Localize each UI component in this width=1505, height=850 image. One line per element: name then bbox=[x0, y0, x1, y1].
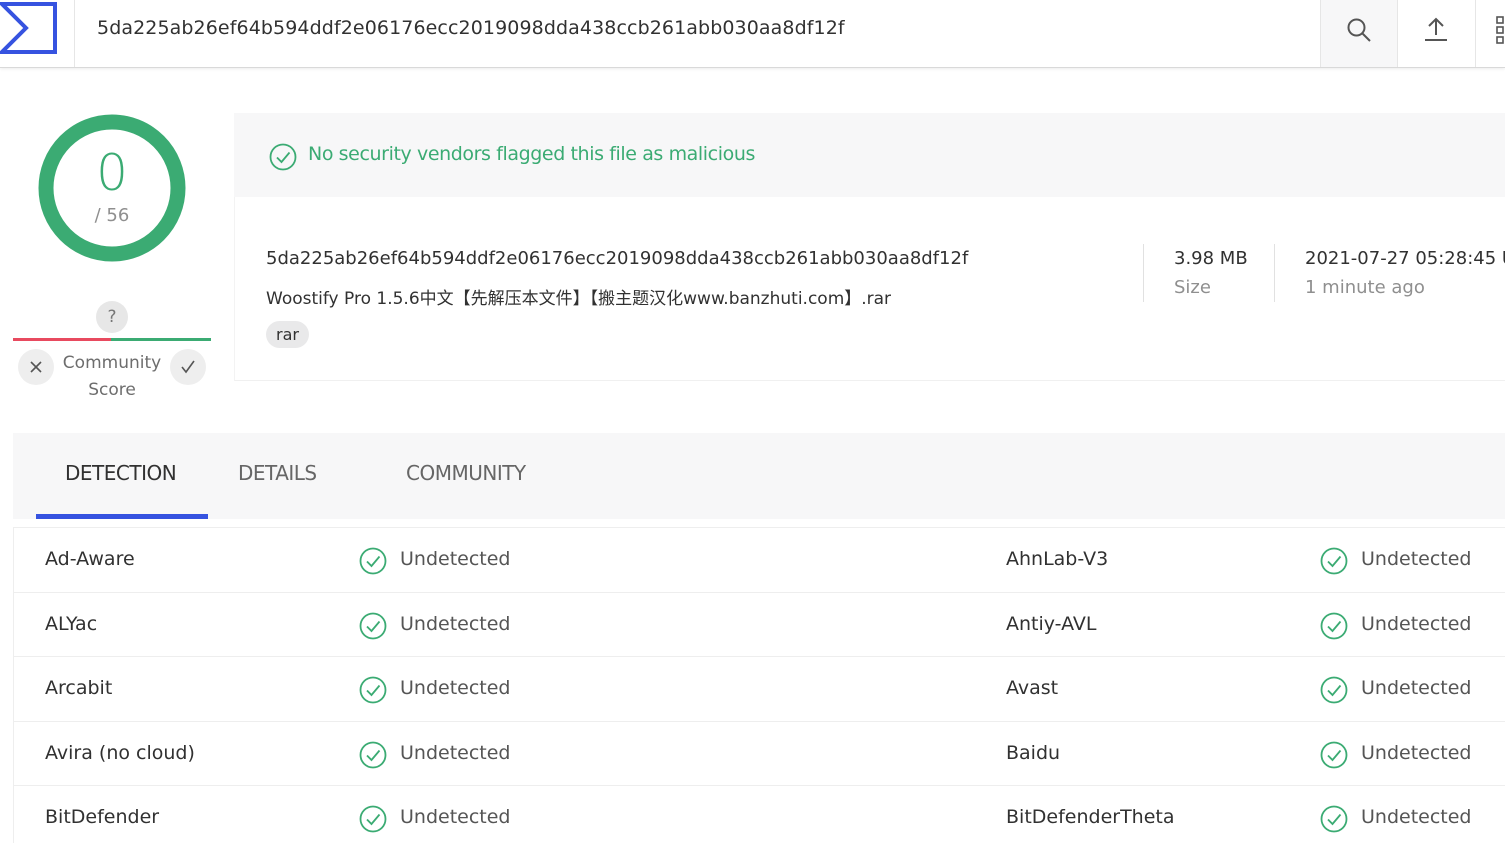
file-info-card: 5da225ab26ef64b594ddf2e06176ecc2019098dd… bbox=[234, 197, 1505, 381]
vote-harmless-button[interactable] bbox=[170, 349, 206, 385]
engine-result: Undetected bbox=[400, 806, 511, 828]
table-row: ALYac Undetected Antiy-AVL Undetected bbox=[14, 592, 1505, 657]
check-circle-icon bbox=[269, 143, 297, 171]
check-circle-icon bbox=[359, 547, 387, 579]
analysis-date-value: 2021-07-27 05:28:45 U bbox=[1305, 248, 1505, 269]
engine-name: ALYac bbox=[45, 613, 98, 635]
community-score-value: ? bbox=[96, 301, 128, 333]
file-hash[interactable]: 5da225ab26ef64b594ddf2e06176ecc2019098dd… bbox=[266, 248, 968, 269]
logo-container[interactable] bbox=[0, 0, 75, 67]
divider bbox=[1274, 244, 1275, 302]
engine-name: Ad-Aware bbox=[45, 548, 135, 570]
detection-table: Ad-Aware Undetected AhnLab-V3 Undetected ALY… bbox=[13, 527, 1505, 843]
check-icon bbox=[181, 360, 195, 374]
engine-name: Baidu bbox=[1006, 742, 1061, 764]
tab-community[interactable]: COMMUNITY bbox=[406, 461, 526, 485]
vote-harmful-button[interactable] bbox=[18, 349, 54, 385]
tab-bar: DETECTION DETAILS COMMUNITY bbox=[13, 433, 1505, 519]
engine-result: Undetected bbox=[1361, 613, 1472, 635]
file-tag[interactable]: rar bbox=[266, 321, 309, 348]
engine-name: BitDefenderTheta bbox=[1006, 806, 1175, 828]
community-score-bar-negative bbox=[13, 338, 111, 341]
engine-name: Avast bbox=[1006, 677, 1059, 699]
engine-result: Undetected bbox=[1361, 677, 1472, 699]
engine-result: Undetected bbox=[1361, 548, 1472, 570]
engine-name: Avira (no cloud) bbox=[45, 742, 195, 764]
tab-detection[interactable]: DETECTION bbox=[65, 461, 177, 485]
file-name: Woostify Pro 1.5.6中文【先解压本文件】【搬主题汉化www.ba… bbox=[266, 289, 892, 309]
engine-result: Undetected bbox=[400, 677, 511, 699]
table-row: Ad-Aware Undetected AhnLab-V3 Undetected bbox=[14, 527, 1505, 592]
engine-name: AhnLab-V3 bbox=[1006, 548, 1109, 570]
divider bbox=[1143, 244, 1144, 302]
engine-result: Undetected bbox=[400, 548, 511, 570]
active-tab-indicator bbox=[36, 514, 208, 519]
upload-button[interactable] bbox=[1397, 0, 1475, 67]
check-circle-icon bbox=[1320, 741, 1348, 773]
engine-result: Undetected bbox=[400, 742, 511, 764]
apps-menu-button[interactable] bbox=[1475, 0, 1505, 67]
engine-name: Arcabit bbox=[45, 677, 113, 699]
check-circle-icon bbox=[359, 676, 387, 708]
score-total: / 56 bbox=[94, 205, 130, 226]
engine-result: Undetected bbox=[1361, 806, 1472, 828]
table-row: Avira (no cloud) Undetected Baidu Undetecte… bbox=[14, 721, 1505, 786]
community-score-label: Community Score bbox=[62, 353, 162, 400]
table-row: Arcabit Undetected Avast Undetected bbox=[14, 656, 1505, 721]
check-circle-icon bbox=[1320, 676, 1348, 708]
detection-score-gauge: 0 / 56 bbox=[37, 113, 187, 263]
engine-name: BitDefender bbox=[45, 806, 160, 828]
community-score-bar-positive bbox=[111, 338, 211, 341]
engine-name: Antiy-AVL bbox=[1006, 613, 1097, 635]
top-bar: 5da225ab26ef64b594ddf2e06176ecc2019098dd… bbox=[0, 0, 1505, 68]
check-circle-icon bbox=[1320, 612, 1348, 644]
check-circle-icon bbox=[359, 741, 387, 773]
check-circle-icon bbox=[1320, 805, 1348, 837]
close-icon bbox=[30, 361, 42, 373]
search-button[interactable] bbox=[1320, 0, 1398, 67]
engine-result: Undetected bbox=[400, 613, 511, 635]
check-circle-icon bbox=[359, 612, 387, 644]
table-row: BitDefender Undetected BitDefenderTheta Und… bbox=[14, 785, 1505, 850]
upload-icon bbox=[1425, 17, 1447, 41]
analysis-date-label: 1 minute ago bbox=[1305, 277, 1425, 298]
summary-banner: No security vendors flagged this file as… bbox=[234, 113, 1505, 197]
summary-message: No security vendors flagged this file as… bbox=[308, 143, 755, 165]
tab-details[interactable]: DETAILS bbox=[238, 461, 317, 485]
grid-icon bbox=[1496, 16, 1504, 44]
search-icon bbox=[1347, 18, 1371, 42]
virustotal-logo-icon[interactable] bbox=[0, 2, 58, 54]
engine-result: Undetected bbox=[1361, 742, 1472, 764]
file-size-label: Size bbox=[1174, 277, 1211, 298]
score-detections: 0 bbox=[96, 144, 128, 202]
check-circle-icon bbox=[359, 805, 387, 837]
check-circle-icon bbox=[1320, 547, 1348, 579]
file-size-value: 3.98 MB bbox=[1174, 248, 1248, 269]
search-input[interactable]: 5da225ab26ef64b594ddf2e06176ecc2019098dd… bbox=[97, 17, 845, 39]
